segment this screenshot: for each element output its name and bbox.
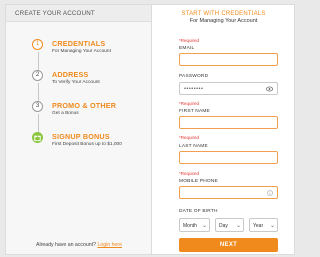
show-password-icon[interactable] [266,86,273,92]
login-prompt: Already have an account? Login here [6,242,152,248]
required-note: *Required [179,101,200,106]
step-subtitle: For Managing Your Account [52,49,111,54]
mobile-phone-field[interactable] [179,186,278,199]
first-name-field[interactable] [179,116,278,129]
day-select[interactable]: Day ⌄ [215,218,244,232]
mobile-phone-label: MOBILE PHONE [179,179,218,184]
chevron-down-icon: ⌄ [269,223,275,229]
gift-icon [32,132,43,143]
form-title: START WITH CREDENTIALS [181,11,266,17]
step-number: 3 [32,101,43,112]
chevron-down-icon: ⌄ [235,223,241,229]
chevron-down-icon: ⌄ [201,223,207,229]
month-select[interactable]: Month ⌄ [179,218,210,232]
step-address: 2 ADDRESS To Verify Your Account [32,70,150,100]
first-name-label: FIRST NAME [179,109,210,114]
step-credentials: 1 CREDENTIALS For Managing Your Account [32,39,150,69]
signup-dialog: CREATE YOUR ACCOUNT 1 CREDENTIALS For Ma… [5,4,295,255]
required-note: *Required [179,135,200,140]
step-number: 2 [32,70,43,81]
required-note: *Required [179,38,200,43]
year-select[interactable]: Year ⌄ [249,218,278,232]
info-icon [267,190,273,196]
step-subtitle: Get a Bonus [52,111,79,116]
step-title: ADDRESS [52,70,89,79]
progress-panel: CREATE YOUR ACCOUNT 1 CREDENTIALS For Ma… [6,5,152,254]
step-title: PROMO & OTHER [52,101,117,110]
dob-label: DATE OF BIRTH [179,209,218,214]
step-signup-bonus: SIGNUP BONUS First Deposit Bonus up to $… [32,132,150,162]
step-title: SIGNUP BONUS [52,132,110,141]
step-number: 1 [32,39,43,50]
required-note: *Required [179,171,200,176]
day-value: Day [219,223,228,229]
next-button[interactable]: NEXT [179,238,278,252]
email-label: EMAIL [179,46,195,51]
last-name-label: LAST NAME [179,144,208,149]
password-value: •••••••• [184,86,204,92]
panel-title: CREATE YOUR ACCOUNT [6,5,151,22]
password-field[interactable]: •••••••• [179,82,278,95]
login-prompt-text: Already have an account? [36,242,96,248]
credentials-form: START WITH CREDENTIALS For Managing Your… [153,5,294,254]
step-promo: 3 PROMO & OTHER Get a Bonus [32,101,150,131]
month-value: Month [183,223,197,229]
step-subtitle: First Deposit Bonus up to $1,000 [52,142,122,147]
year-value: Year [253,223,264,229]
last-name-field[interactable] [179,151,278,164]
step-subtitle: To Verify Your Account [52,80,100,85]
step-title: CREDENTIALS [52,39,106,48]
form-subtitle: For Managing Your Account [189,18,258,24]
login-link[interactable]: Login here [97,242,122,248]
email-field[interactable] [179,53,278,66]
password-label: PASSWORD [179,74,209,79]
